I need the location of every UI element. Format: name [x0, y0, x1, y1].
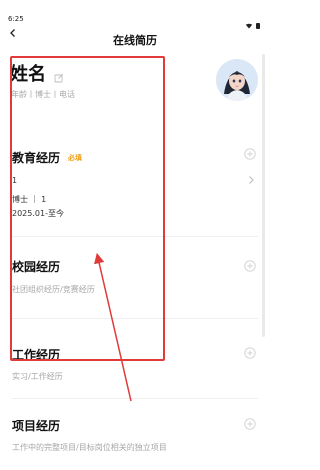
education-degree: 博士 ｜ 1 — [12, 195, 47, 204]
edit-icon[interactable] — [54, 68, 64, 83]
work-section-title: 工作经历 — [12, 348, 61, 362]
add-campus-button[interactable] — [244, 260, 256, 272]
battery-icon — [256, 14, 260, 33]
page-title: 在线简历 — [113, 34, 157, 47]
education-item-chevron-icon[interactable] — [247, 175, 255, 188]
education-date: 2025.01-至今 — [12, 209, 64, 218]
add-education-button[interactable] — [244, 148, 256, 160]
add-work-button[interactable] — [244, 347, 256, 359]
education-section-title: 教育经历 — [12, 151, 61, 165]
work-section-subtitle: 实习/工作经历 — [12, 372, 63, 381]
status-icons — [245, 14, 260, 33]
profile-meta: 年龄丨博士丨电话 — [11, 90, 75, 99]
scrollbar[interactable] — [262, 54, 265, 337]
divider — [12, 236, 258, 237]
add-project-button[interactable] — [244, 418, 256, 430]
required-badge: 必填 — [68, 154, 82, 162]
resume-name[interactable]: 姓名 — [10, 60, 46, 86]
campus-section-title: 校园经历 — [12, 260, 61, 274]
project-section-subtitle: 工作中的完整项目/目标岗位相关的独立项目 — [12, 443, 167, 452]
avatar[interactable] — [216, 59, 258, 101]
wifi-icon — [245, 14, 253, 33]
divider — [12, 398, 258, 399]
campus-section-subtitle: 社团组织经历/竞赛经历 — [12, 285, 95, 294]
status-time: 6:25 — [8, 15, 24, 23]
divider — [12, 318, 258, 319]
project-section-title: 项目经历 — [12, 419, 61, 433]
education-school: 1 — [12, 176, 18, 185]
